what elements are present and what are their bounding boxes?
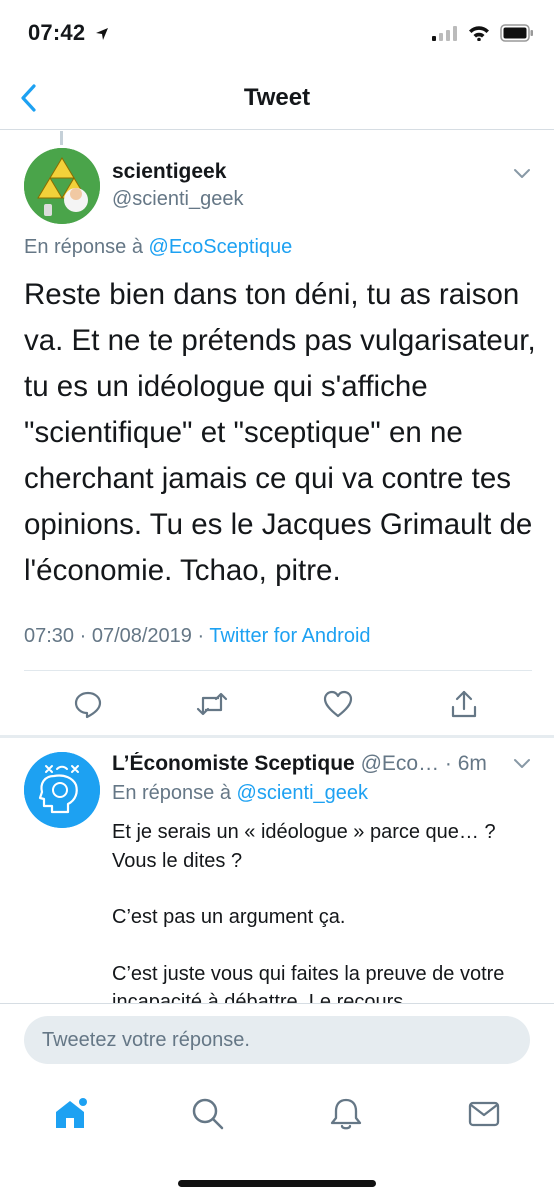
reply-button[interactable] bbox=[70, 686, 106, 722]
status-time-text: 07:42 bbox=[28, 20, 86, 45]
notifications-icon bbox=[328, 1096, 364, 1132]
reply-mention-link[interactable]: @scienti_geek bbox=[237, 782, 368, 804]
composer-divider bbox=[0, 1003, 554, 1004]
tab-home[interactable] bbox=[46, 1090, 94, 1138]
author-handle[interactable]: @scienti_geek bbox=[112, 188, 243, 211]
reply-tweet-text: Et je serais un « idéologue » parce que…… bbox=[112, 818, 532, 1003]
header-divider bbox=[0, 129, 554, 130]
cellular-signal-icon bbox=[432, 25, 458, 41]
status-icons bbox=[432, 24, 534, 42]
tweet-text: Reste bien dans ton déni, tu as raison v… bbox=[24, 278, 536, 587]
reply-paragraph: C’est juste vous qui faites la preuve de… bbox=[112, 962, 505, 1004]
chevron-down-icon bbox=[512, 756, 532, 770]
retweet-button[interactable] bbox=[194, 686, 230, 722]
reply-context-label: En réponse à bbox=[112, 782, 237, 804]
reply-paragraph: Et je serais un « idéologue » parce que…… bbox=[112, 821, 496, 872]
page-title: Tweet bbox=[243, 84, 311, 111]
chevron-down-icon bbox=[512, 166, 532, 180]
reply-compose-input[interactable]: Tweetez votre réponse. bbox=[24, 1016, 530, 1064]
avatar[interactable] bbox=[24, 148, 100, 224]
tab-search[interactable] bbox=[184, 1090, 232, 1138]
tweet-source-link[interactable]: Twitter for Android bbox=[209, 625, 370, 647]
battery-icon bbox=[500, 24, 534, 42]
reply-menu-button[interactable] bbox=[512, 756, 532, 770]
reply-context-label: En réponse à bbox=[24, 236, 149, 258]
reply-icon bbox=[73, 689, 103, 719]
reply-author-handle[interactable]: @Eco… bbox=[355, 752, 440, 775]
meta-divider bbox=[24, 670, 532, 671]
wifi-icon bbox=[468, 25, 490, 41]
tweet-menu-button[interactable] bbox=[512, 166, 532, 180]
reply-paragraph: C’est pas un argument ça. bbox=[112, 906, 346, 928]
like-icon bbox=[323, 690, 353, 718]
search-icon bbox=[190, 1096, 226, 1132]
tab-messages[interactable] bbox=[460, 1090, 508, 1138]
home-indicator[interactable] bbox=[178, 1180, 376, 1187]
reply-avatar[interactable] bbox=[24, 752, 100, 828]
like-button[interactable] bbox=[320, 686, 356, 722]
home-icon bbox=[50, 1094, 90, 1134]
reply-mention-link[interactable]: @EcoSceptique bbox=[149, 236, 293, 258]
reply-tweet[interactable]: L’Économiste Sceptique @Eco… · 6m En rép… bbox=[0, 738, 554, 1003]
reply-reply-context: En réponse à @scienti_geek bbox=[112, 782, 368, 805]
reply-age: · 6m bbox=[439, 752, 487, 775]
reply-header: L’Économiste Sceptique @Eco… · 6m bbox=[112, 752, 502, 776]
tab-notifications[interactable] bbox=[322, 1090, 370, 1138]
thread-connector bbox=[60, 131, 63, 145]
author-name[interactable]: scientigeek bbox=[112, 160, 226, 184]
share-icon bbox=[449, 689, 479, 719]
reply-author-name[interactable]: L’Économiste Sceptique bbox=[112, 752, 355, 775]
status-time: 07:42 bbox=[28, 20, 110, 46]
share-button[interactable] bbox=[446, 686, 482, 722]
tweet-timestamp: 07:30 · 07/08/2019 · bbox=[24, 625, 210, 647]
tweet-meta: 07:30 · 07/08/2019 · Twitter for Android bbox=[24, 625, 371, 648]
reply-context: En réponse à @EcoSceptique bbox=[24, 236, 292, 259]
retweet-icon bbox=[195, 689, 229, 719]
messages-icon bbox=[466, 1096, 502, 1132]
location-arrow-icon bbox=[94, 26, 110, 42]
